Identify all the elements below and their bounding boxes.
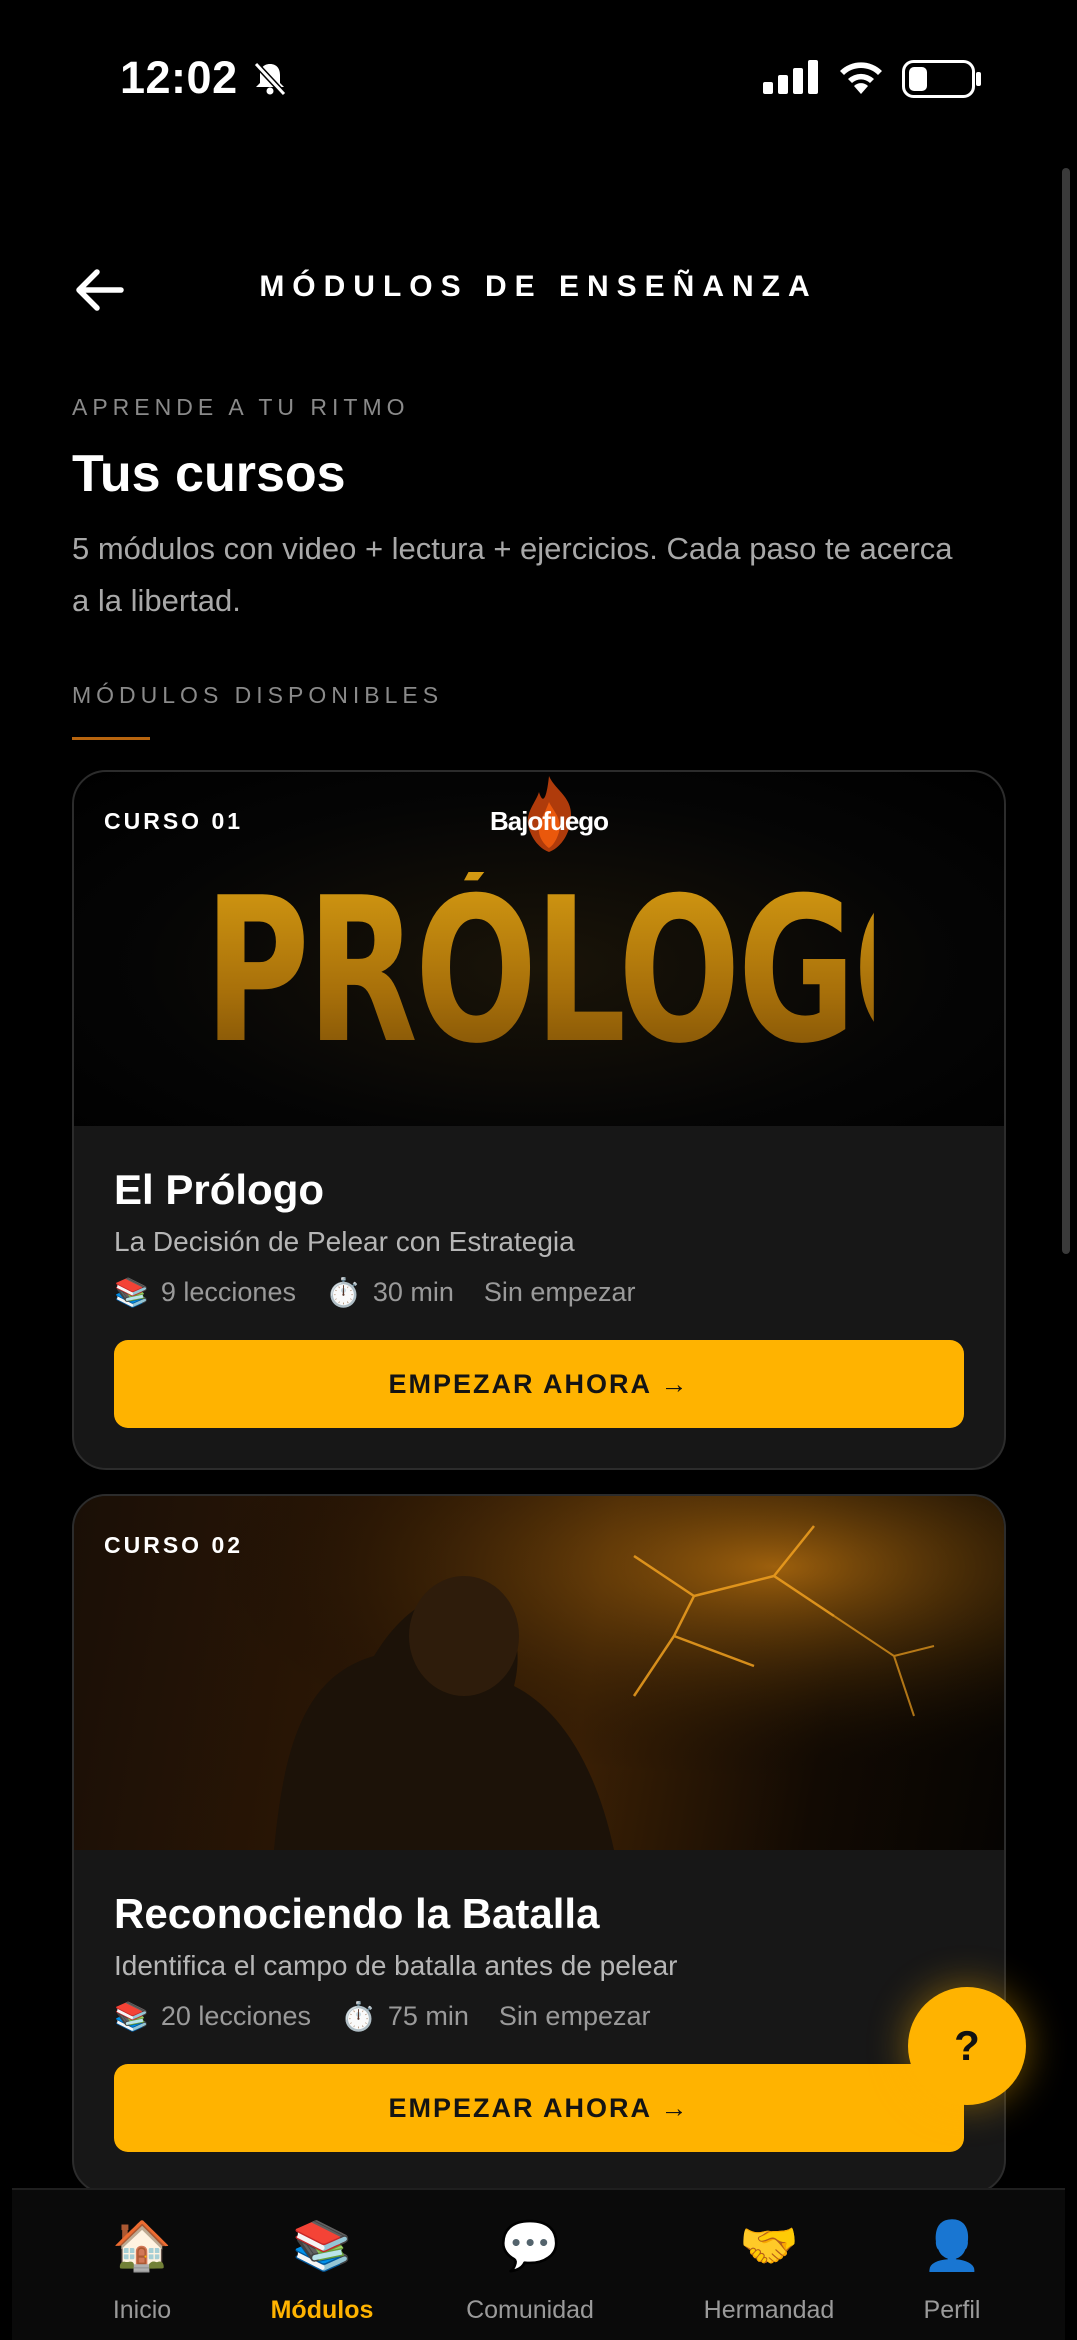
eyebrow-label: APRENDE A TU RITMO	[72, 394, 410, 420]
course-number: CURSO 01	[104, 808, 244, 834]
nav-item-hermandad[interactable]: 🤝 Hermandad	[674, 2190, 864, 2340]
course-title: Reconociendo la Batalla	[114, 1890, 600, 1937]
course-title: El Prólogo	[114, 1166, 324, 1213]
nav-item-comunidad[interactable]: 💬 Comunidad	[440, 2190, 620, 2340]
lessons-count: 📚 9 lecciones	[114, 1276, 296, 1309]
bottom-nav: 🏠 Inicio 📚 Módulos 💬 Comunidad 🤝 Hermand…	[12, 2188, 1065, 2340]
course-status: Sin empezar	[483, 1277, 636, 1307]
duration: ⏱️ 30 min	[326, 1276, 454, 1309]
stopwatch-icon: ⏱️	[325, 1276, 361, 1309]
brand-name: Bajofuego	[489, 806, 609, 836]
course-status: Sin empezar	[498, 2001, 651, 2031]
duration-text: 75 min	[387, 2001, 469, 2031]
nav-label: Módulos	[270, 2296, 374, 2324]
help-button[interactable]: ?	[908, 1987, 1026, 2105]
stopwatch-icon: ⏱️	[340, 2000, 376, 2033]
section-underline	[72, 737, 150, 740]
start-course-button[interactable]: EMPEZAR AHORA →	[114, 1340, 964, 1428]
duration: ⏱️ 75 min	[341, 2000, 469, 2033]
lessons-text: 9 lecciones	[160, 1277, 296, 1307]
course-banner: CURSO 01 Bajofuego PRÓLOGO	[74, 772, 1004, 1126]
nav-label: Perfil	[923, 2296, 981, 2324]
section-heading: Tus cursos	[72, 445, 346, 503]
books-icon: 📚	[114, 1276, 149, 1309]
course-meta: 📚 20 lecciones ⏱️ 75 min Sin empezar	[114, 2000, 680, 2033]
start-course-button[interactable]: EMPEZAR AHORA →	[114, 2064, 964, 2152]
course-subtitle: Identifica el campo de batalla antes de …	[114, 1950, 678, 1981]
page-title: MÓDULOS DE ENSEÑANZA	[259, 270, 818, 303]
nav-item-modulos[interactable]: 📚 Módulos	[248, 2190, 396, 2340]
course-number: CURSO 02	[104, 1532, 244, 1558]
home-icon: 🏠	[112, 2218, 172, 2274]
course-banner: CURSO 02	[74, 1496, 1004, 1850]
nav-label: Inicio	[112, 2296, 172, 2324]
brand-logo: Bajofuego	[484, 772, 614, 862]
course-meta: 📚 9 lecciones ⏱️ 30 min Sin empezar	[114, 1276, 665, 1309]
nav-item-inicio[interactable]: 🏠 Inicio	[80, 2190, 204, 2340]
nav-label: Comunidad	[466, 2296, 594, 2324]
user-icon: 👤	[922, 2218, 982, 2274]
books-icon: 📚	[114, 2000, 149, 2033]
speech-bubble-icon: 💬	[500, 2218, 560, 2274]
lessons-text: 20 lecciones	[160, 2001, 311, 2031]
status-time: 12:02	[120, 52, 238, 103]
wifi-icon	[840, 62, 882, 94]
nav-label: Hermandad	[703, 2296, 835, 2324]
cellular-signal-icon	[763, 60, 818, 94]
books-icon: 📚	[292, 2218, 352, 2274]
battery-icon	[902, 60, 981, 98]
course-card[interactable]: CURSO 01 Bajofuego PRÓLOGO El Prólogo La…	[72, 770, 1006, 1470]
lessons-count: 📚 20 lecciones	[114, 2000, 311, 2033]
course-subtitle: La Decisión de Pelear con Estrategia	[114, 1226, 575, 1257]
handshake-icon: 🤝	[739, 2218, 799, 2274]
nav-item-perfil[interactable]: 👤 Perfil	[902, 2190, 1002, 2340]
available-modules-label: MÓDULOS DISPONIBLES	[72, 682, 444, 708]
status-bar: 12:02	[0, 0, 1077, 160]
duration-text: 30 min	[372, 1277, 454, 1307]
course-card[interactable]: CURSO 02 Reconociendo la Batalla Identif…	[72, 1494, 1006, 2194]
scrollbar[interactable]	[1062, 168, 1070, 1254]
section-description: 5 módulos con video + lectura + ejercici…	[72, 531, 953, 618]
banner-title-art: PRÓLOGO	[204, 855, 975, 1088]
bell-slash-icon	[253, 61, 287, 97]
